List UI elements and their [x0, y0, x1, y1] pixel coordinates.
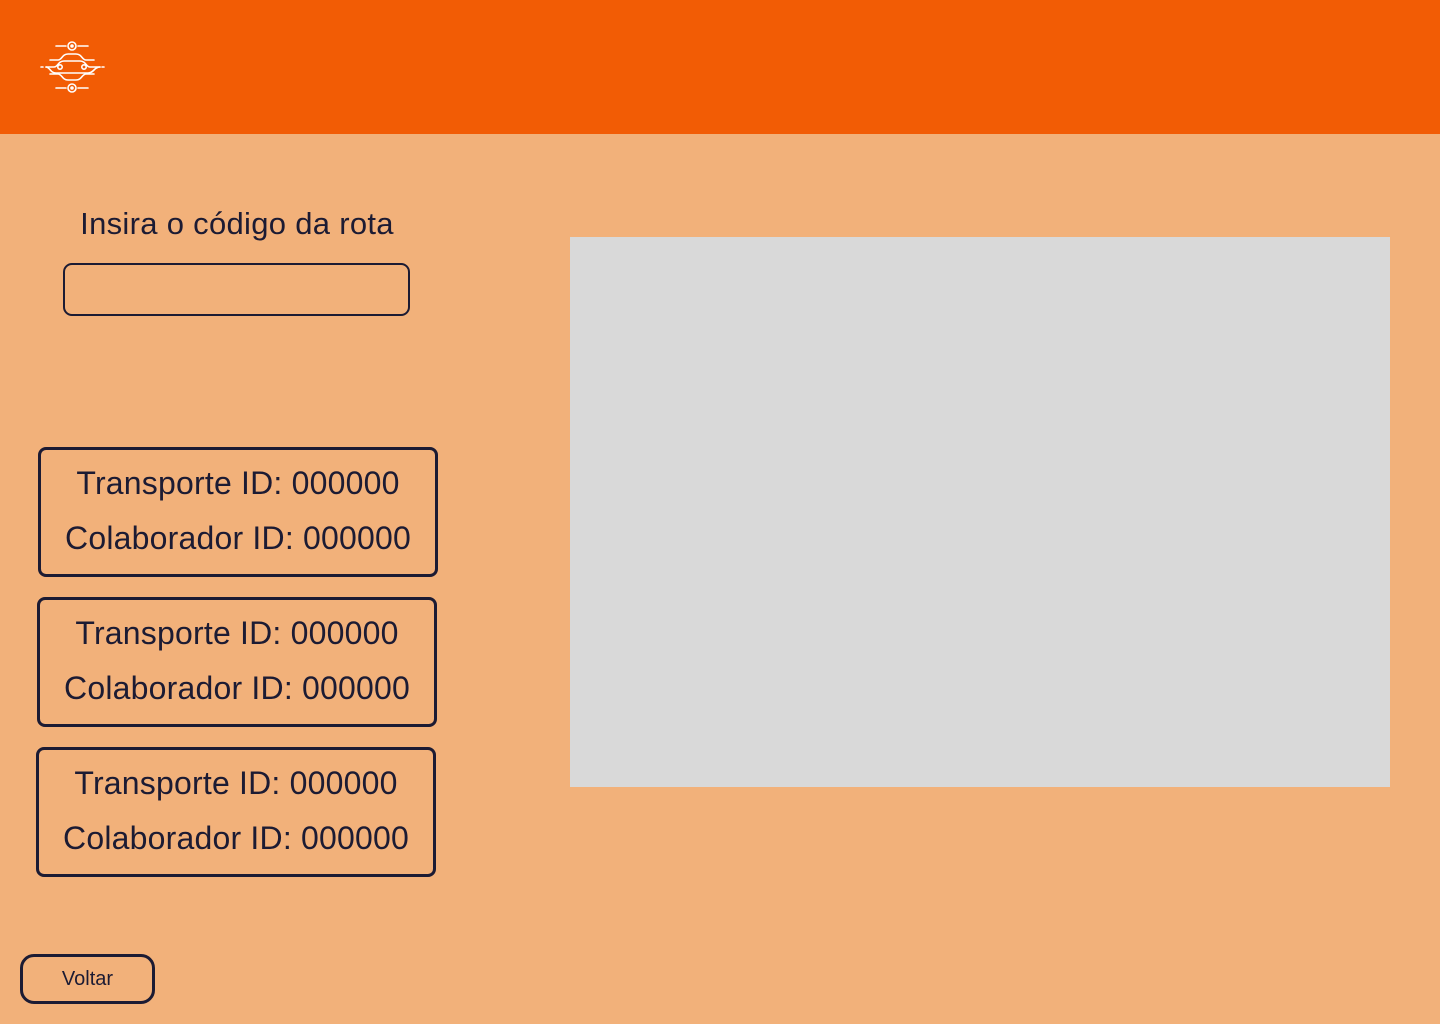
- transport-id-text: Transporte ID: 000000: [75, 615, 399, 651]
- collaborator-id-text: Colaborador ID: 000000: [64, 670, 410, 706]
- transport-card[interactable]: Transporte ID: 000000 Colaborador ID: 00…: [36, 747, 436, 877]
- route-code-input[interactable]: [63, 263, 410, 316]
- route-code-label: Insira o código da rota: [80, 206, 394, 241]
- top-header-bar: [0, 0, 1440, 134]
- collaborator-id-text: Colaborador ID: 000000: [63, 820, 409, 856]
- transport-id-text: Transporte ID: 000000: [74, 765, 398, 801]
- route-map-placeholder[interactable]: [570, 237, 1390, 787]
- transport-card[interactable]: Transporte ID: 000000 Colaborador ID: 00…: [37, 597, 437, 727]
- transport-id-text: Transporte ID: 000000: [76, 465, 400, 501]
- circuit-route-logo-icon[interactable]: [38, 38, 106, 96]
- collaborator-id-text: Colaborador ID: 000000: [65, 520, 411, 556]
- transport-card[interactable]: Transporte ID: 000000 Colaborador ID: 00…: [38, 447, 438, 577]
- back-button[interactable]: Voltar: [20, 954, 155, 1004]
